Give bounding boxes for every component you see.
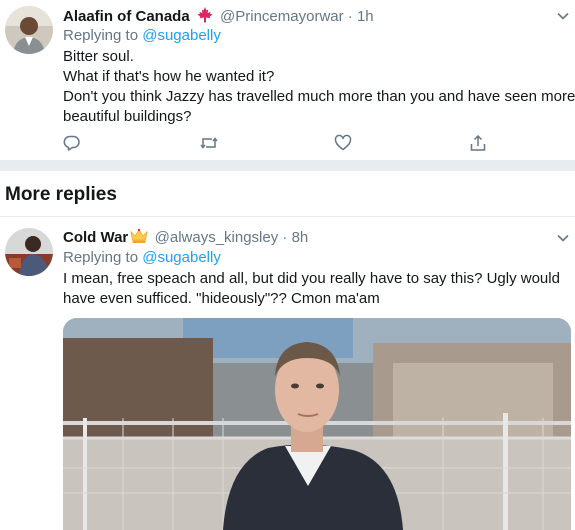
timestamp[interactable]: 1h [357, 8, 374, 25]
action-bar [63, 134, 493, 154]
tweet-1: Alaafin of Canada @Princemayorwar · 1h R… [0, 0, 575, 160]
display-name[interactable]: Cold War [63, 229, 128, 246]
media-image [63, 318, 571, 530]
mention-link[interactable]: @sugabelly [142, 27, 221, 44]
tweet-media[interactable] [63, 318, 571, 530]
tweet-header: Cold War @always_kingsley · 8h [63, 228, 308, 250]
text-line: have even sufficed. "hideously"?? Cmon m… [63, 290, 380, 307]
handle[interactable]: @always_kingsley [155, 229, 279, 246]
mention-link[interactable]: @sugabelly [142, 249, 221, 266]
replying-prefix: Replying to [63, 249, 139, 266]
avatar[interactable] [5, 228, 53, 276]
replying-prefix: Replying to [63, 27, 139, 44]
text-line: I mean, free speach and all, but did you… [63, 270, 560, 287]
replying-to: Replying to @sugabelly [63, 26, 221, 46]
like-icon[interactable] [334, 134, 352, 152]
crown-icon [130, 228, 149, 250]
avatar[interactable] [5, 6, 53, 54]
text-line: What if that's how he wanted it? [63, 68, 275, 85]
chevron-down-icon[interactable] [556, 9, 570, 23]
text-line: Bitter soul. [63, 48, 134, 65]
separator-dot: · [347, 8, 353, 25]
tweet-text: I mean, free speach and all, but did you… [63, 269, 560, 309]
more-replies-heading[interactable]: More replies [5, 184, 117, 206]
handle[interactable]: @Princemayorwar [220, 8, 344, 25]
display-name[interactable]: Alaafin of Canada [63, 8, 190, 25]
text-line: beautiful buildings? [63, 108, 192, 125]
separator-dot: · [282, 229, 288, 246]
reply-icon[interactable] [63, 134, 81, 152]
tweet-text: Bitter soul. What if that's how he wante… [63, 47, 575, 127]
chevron-down-icon[interactable] [556, 231, 570, 245]
text-line: Don't you think Jazzy has travelled much… [63, 88, 575, 105]
share-icon[interactable] [469, 134, 487, 152]
section-separator [0, 160, 575, 171]
retweet-icon[interactable] [200, 134, 218, 152]
timestamp[interactable]: 8h [292, 229, 309, 246]
replying-to: Replying to @sugabelly [63, 248, 221, 268]
